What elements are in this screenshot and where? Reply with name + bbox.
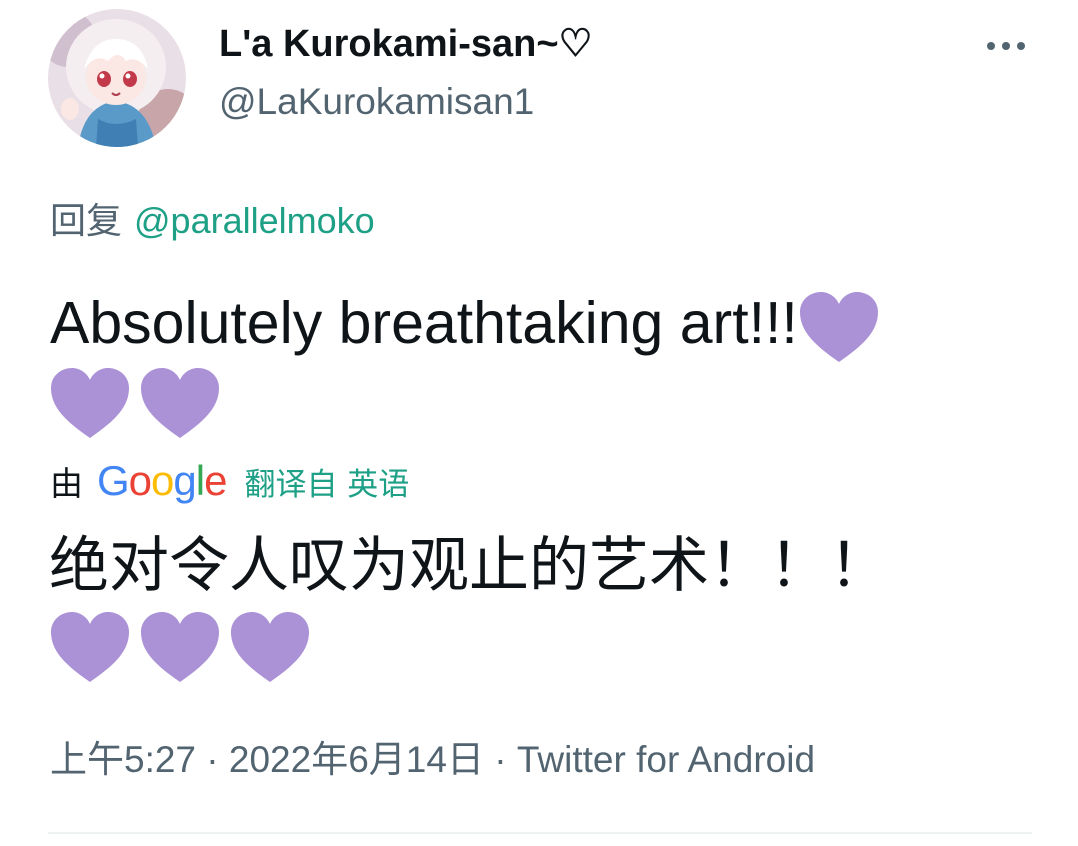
more-icon xyxy=(987,42,995,50)
reply-prefix: 回复 xyxy=(50,200,123,241)
more-options-button[interactable] xyxy=(978,26,1034,66)
translated-by-label: 由 xyxy=(50,464,83,503)
purple-heart-icon xyxy=(231,612,309,682)
divider xyxy=(48,832,1032,834)
tweet-text-content: Absolutely breathtaking art!!! xyxy=(50,290,798,356)
reply-context: 回复 @parallelmoko xyxy=(50,198,375,244)
translated-heart-row xyxy=(49,610,311,684)
meta-separator: · xyxy=(206,739,219,780)
more-icon-dot xyxy=(1002,42,1010,50)
user-handle[interactable]: @LaKurokamisan1 xyxy=(219,78,534,126)
purple-heart-icon xyxy=(141,368,219,438)
tweet-metadata: 上午5:27 · 2022年6月14日 · Twitter for Androi… xyxy=(50,736,815,784)
google-logo: Google xyxy=(97,457,227,504)
anime-avatar-icon xyxy=(48,9,186,147)
purple-heart-icon xyxy=(51,612,129,682)
heart-emoji-row xyxy=(49,366,221,440)
display-name[interactable]: L'a Kurokami-san~♡ xyxy=(219,20,593,68)
tweet-card: L'a Kurokami-san~♡ @LaKurokamisan1 回复 @pa… xyxy=(0,0,1078,846)
purple-heart-icon xyxy=(51,368,129,438)
tweet-date[interactable]: 2022年6月14日 xyxy=(229,739,484,780)
purple-heart-icon xyxy=(799,292,878,363)
more-icon-dot xyxy=(1017,42,1025,50)
tweet-text: Absolutely breathtaking art!!! xyxy=(50,288,880,364)
avatar[interactable] xyxy=(48,9,186,147)
tweet-time[interactable]: 上午5:27 xyxy=(50,739,196,780)
meta-separator: · xyxy=(494,739,507,780)
translated-from-link[interactable]: 翻译自 英语 xyxy=(244,459,409,504)
purple-heart-icon xyxy=(141,612,219,682)
translation-attribution: 由 Google 翻译自 英语 xyxy=(50,456,409,506)
tweet-source[interactable]: Twitter for Android xyxy=(517,739,815,780)
reply-mention-link[interactable]: @parallelmoko xyxy=(134,200,375,241)
translated-text: 绝对令人叹为观止的艺术！！！ xyxy=(49,531,889,601)
